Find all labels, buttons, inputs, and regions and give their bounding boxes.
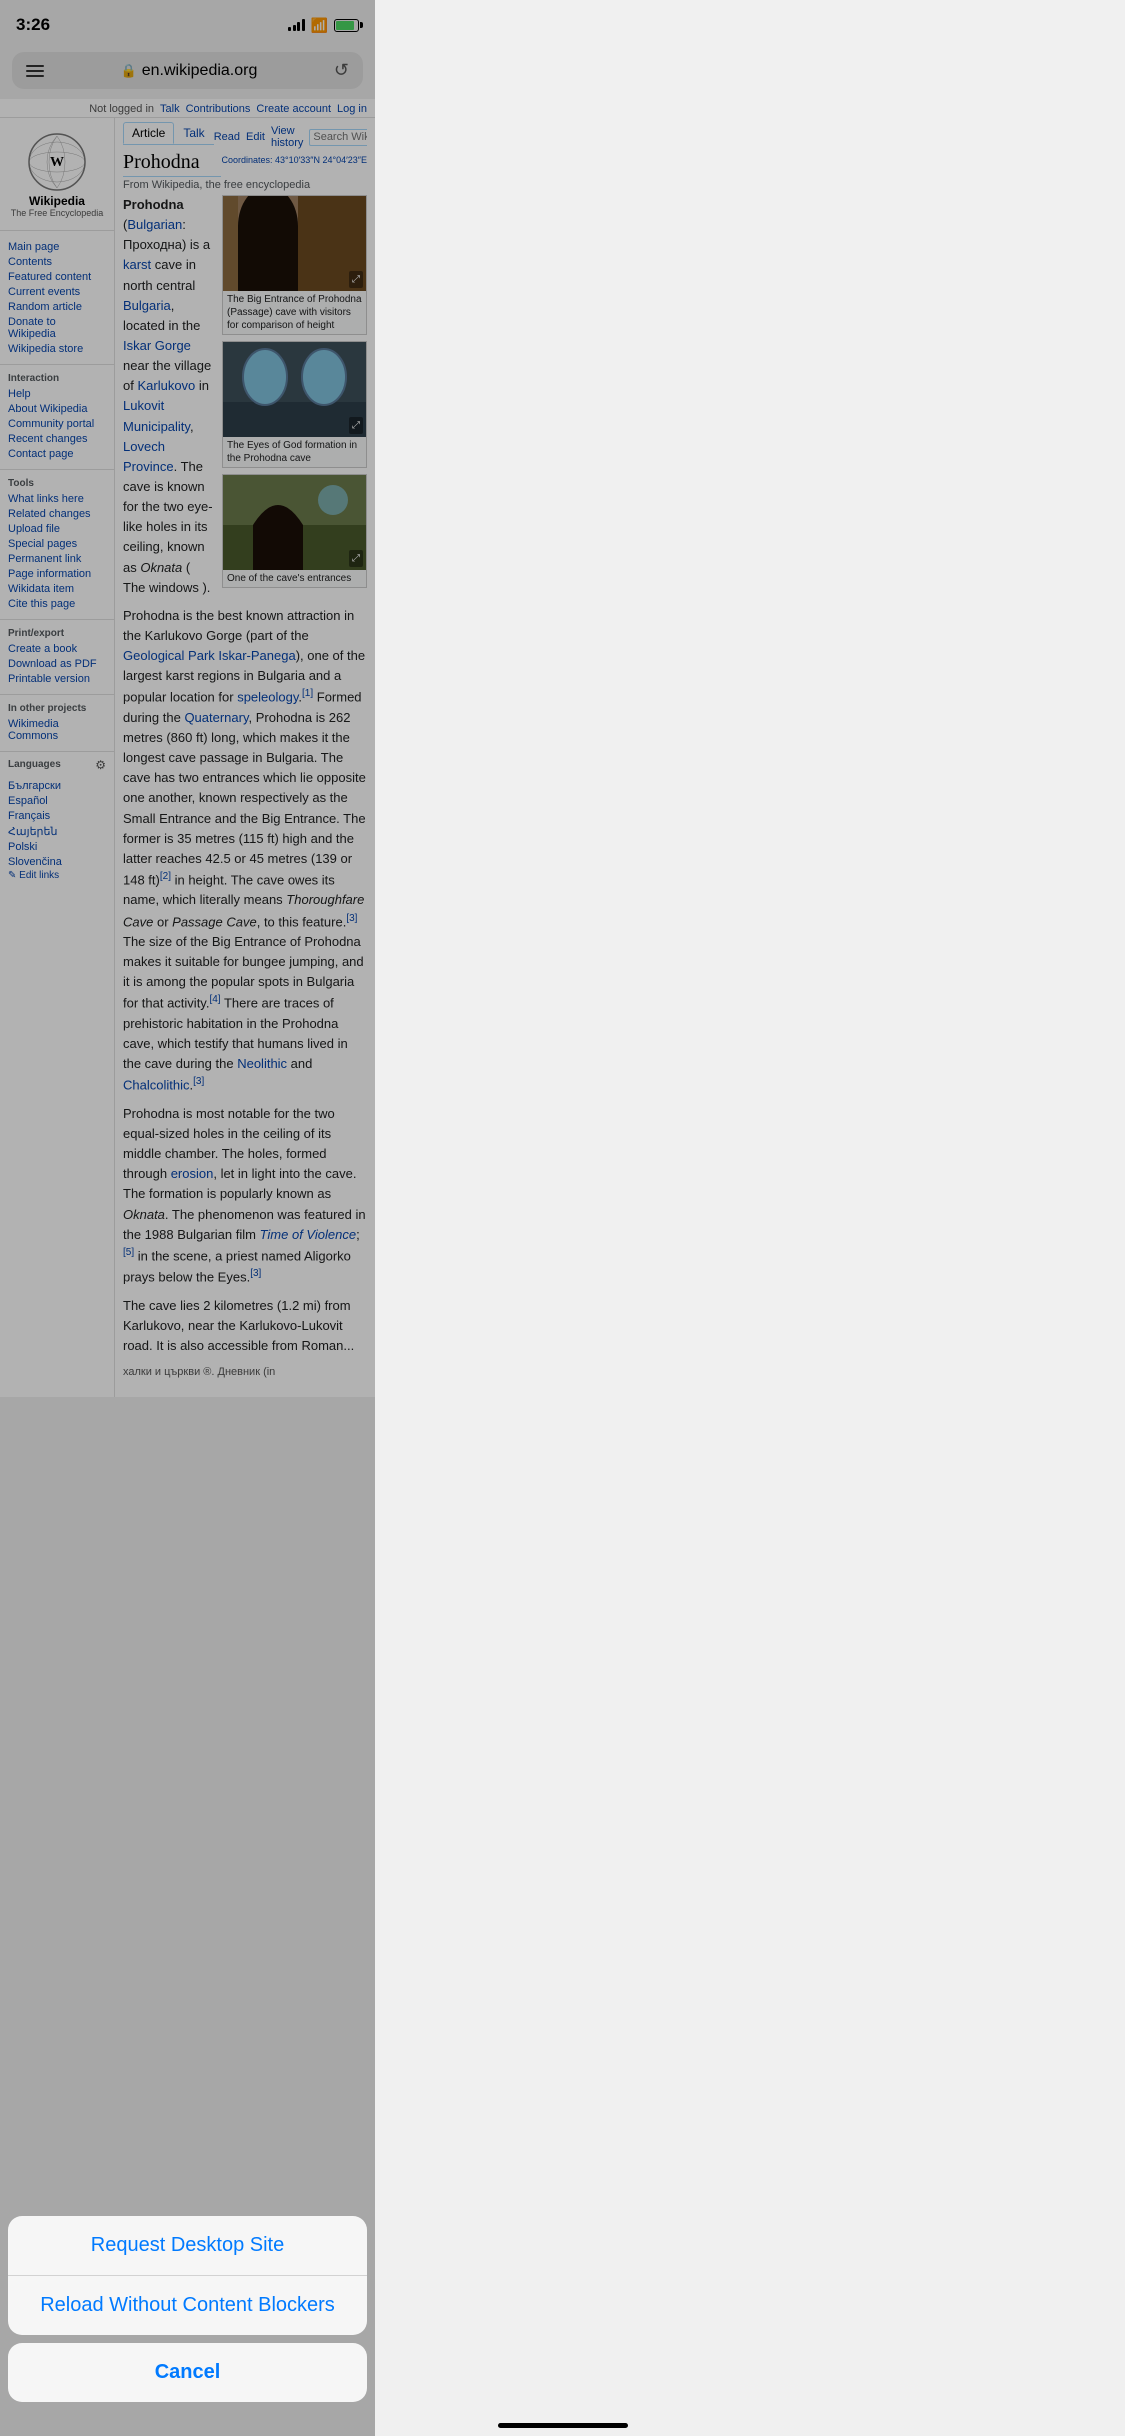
request-desktop-site-button[interactable]: Request Desktop Site xyxy=(8,2216,367,2276)
overlay-backdrop xyxy=(0,0,375,2436)
action-sheet: Request Desktop Site Reload Without Cont… xyxy=(0,2208,375,2436)
home-indicator xyxy=(498,2423,628,2428)
reload-without-blockers-button[interactable]: Reload Without Content Blockers xyxy=(8,2276,367,2335)
cancel-button[interactable]: Cancel xyxy=(8,2343,367,2402)
action-sheet-group: Request Desktop Site Reload Without Cont… xyxy=(8,2216,367,2335)
